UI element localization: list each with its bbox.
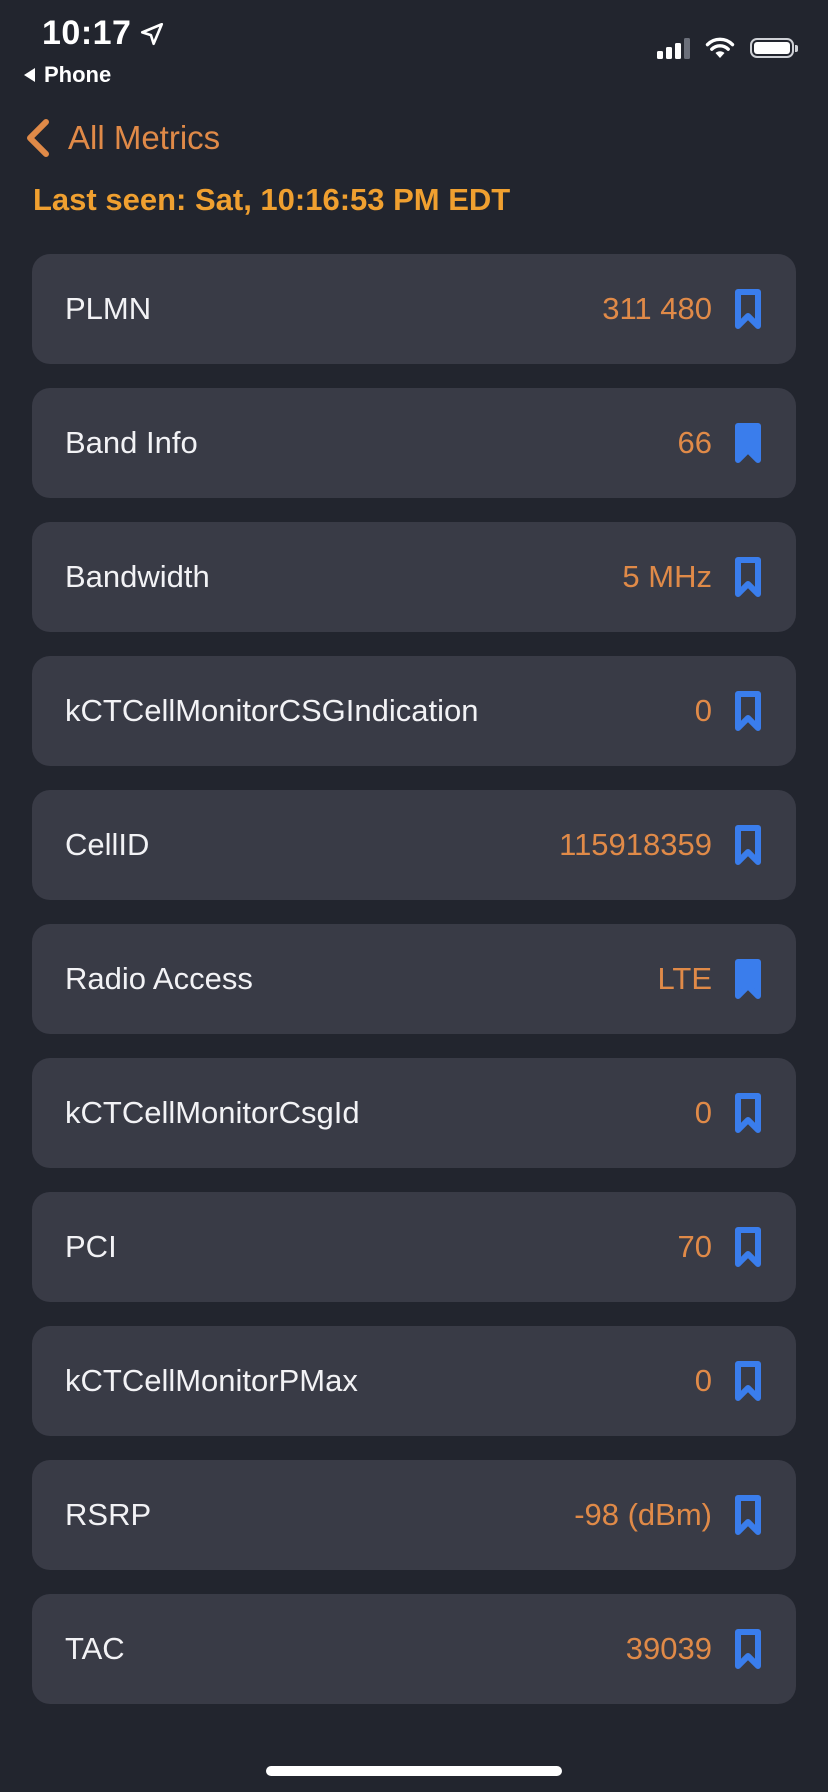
bookmark-icon[interactable] <box>734 824 762 866</box>
home-indicator[interactable] <box>266 1766 562 1776</box>
wifi-icon <box>705 37 735 58</box>
metric-value: 0 <box>694 693 712 728</box>
bookmark-icon[interactable] <box>734 1092 762 1134</box>
metric-row-cellid[interactable]: CellID 115918359 <box>32 790 796 900</box>
metric-label: Bandwidth <box>65 559 210 594</box>
metric-value: 39039 <box>625 1631 712 1666</box>
back-triangle-icon <box>24 68 35 82</box>
back-button-label: All Metrics <box>68 119 221 156</box>
metric-value: 0 <box>694 1095 712 1130</box>
bookmark-icon[interactable] <box>734 556 762 598</box>
bookmark-icon[interactable] <box>734 1226 762 1268</box>
metric-value: LTE <box>657 961 712 996</box>
metric-row-radio-access[interactable]: Radio Access LTE <box>32 924 796 1034</box>
metric-value: 70 <box>677 1229 712 1264</box>
metric-row-pmax[interactable]: kCTCellMonitorPMax 0 <box>32 1326 796 1436</box>
metric-label: PLMN <box>65 291 152 326</box>
metric-label: kCTCellMonitorCSGIndication <box>65 693 479 728</box>
status-time: 10:17 <box>42 14 165 53</box>
metric-label: PCI <box>65 1229 117 1264</box>
metric-value: 66 <box>677 425 712 460</box>
status-bar: 10:17 Phone <box>0 0 828 96</box>
bookmark-filled-icon[interactable] <box>734 958 762 1000</box>
last-seen-timestamp: Last seen: Sat, 10:16:53 PM EDT <box>33 182 511 217</box>
metric-label: CellID <box>65 827 150 862</box>
metric-label: kCTCellMonitorCsgId <box>65 1095 360 1130</box>
metric-label: Radio Access <box>65 961 253 996</box>
metric-value: 115918359 <box>559 827 712 862</box>
metric-value: -98 (dBm) <box>574 1497 712 1532</box>
metric-row-tac[interactable]: TAC 39039 <box>32 1594 796 1704</box>
bookmark-icon[interactable] <box>734 690 762 732</box>
back-button[interactable]: All Metrics <box>24 118 220 158</box>
metric-row-pci[interactable]: PCI 70 <box>32 1192 796 1302</box>
back-app-label: Phone <box>44 62 112 87</box>
bookmark-icon[interactable] <box>734 1360 762 1402</box>
battery-icon <box>750 38 798 58</box>
metric-value: 311 480 <box>602 291 712 326</box>
metric-row-csg-id[interactable]: kCTCellMonitorCsgId 0 <box>32 1058 796 1168</box>
bookmark-icon[interactable] <box>734 1628 762 1670</box>
metric-row-csg-indication[interactable]: kCTCellMonitorCSGIndication 0 <box>32 656 796 766</box>
bookmark-icon[interactable] <box>734 1494 762 1536</box>
metric-row-rsrp[interactable]: RSRP -98 (dBm) <box>32 1460 796 1570</box>
cellular-signal-icon <box>657 37 690 59</box>
screen: 10:17 Phone All Metrics Last seen: Sat, … <box>0 0 828 1792</box>
bookmark-icon[interactable] <box>734 288 762 330</box>
status-time-text: 10:17 <box>42 14 132 52</box>
metric-label: RSRP <box>65 1497 152 1532</box>
metric-row-plmn[interactable]: PLMN 311 480 <box>32 254 796 364</box>
back-to-app[interactable]: Phone <box>24 62 111 88</box>
metric-row-bandwidth[interactable]: Bandwidth 5 MHz <box>32 522 796 632</box>
location-arrow-icon <box>141 22 164 45</box>
chevron-left-icon <box>27 119 49 157</box>
status-icons <box>657 36 798 60</box>
metric-list: PLMN 311 480 Band Info 66 Bandwidth 5 MH… <box>32 254 796 1728</box>
metric-row-band-info[interactable]: Band Info 66 <box>32 388 796 498</box>
metric-label: TAC <box>65 1631 125 1666</box>
metric-label: kCTCellMonitorPMax <box>65 1363 358 1398</box>
bookmark-filled-icon[interactable] <box>734 422 762 464</box>
metric-label: Band Info <box>65 425 198 460</box>
metric-value: 0 <box>694 1363 712 1398</box>
metric-value: 5 MHz <box>622 559 712 594</box>
